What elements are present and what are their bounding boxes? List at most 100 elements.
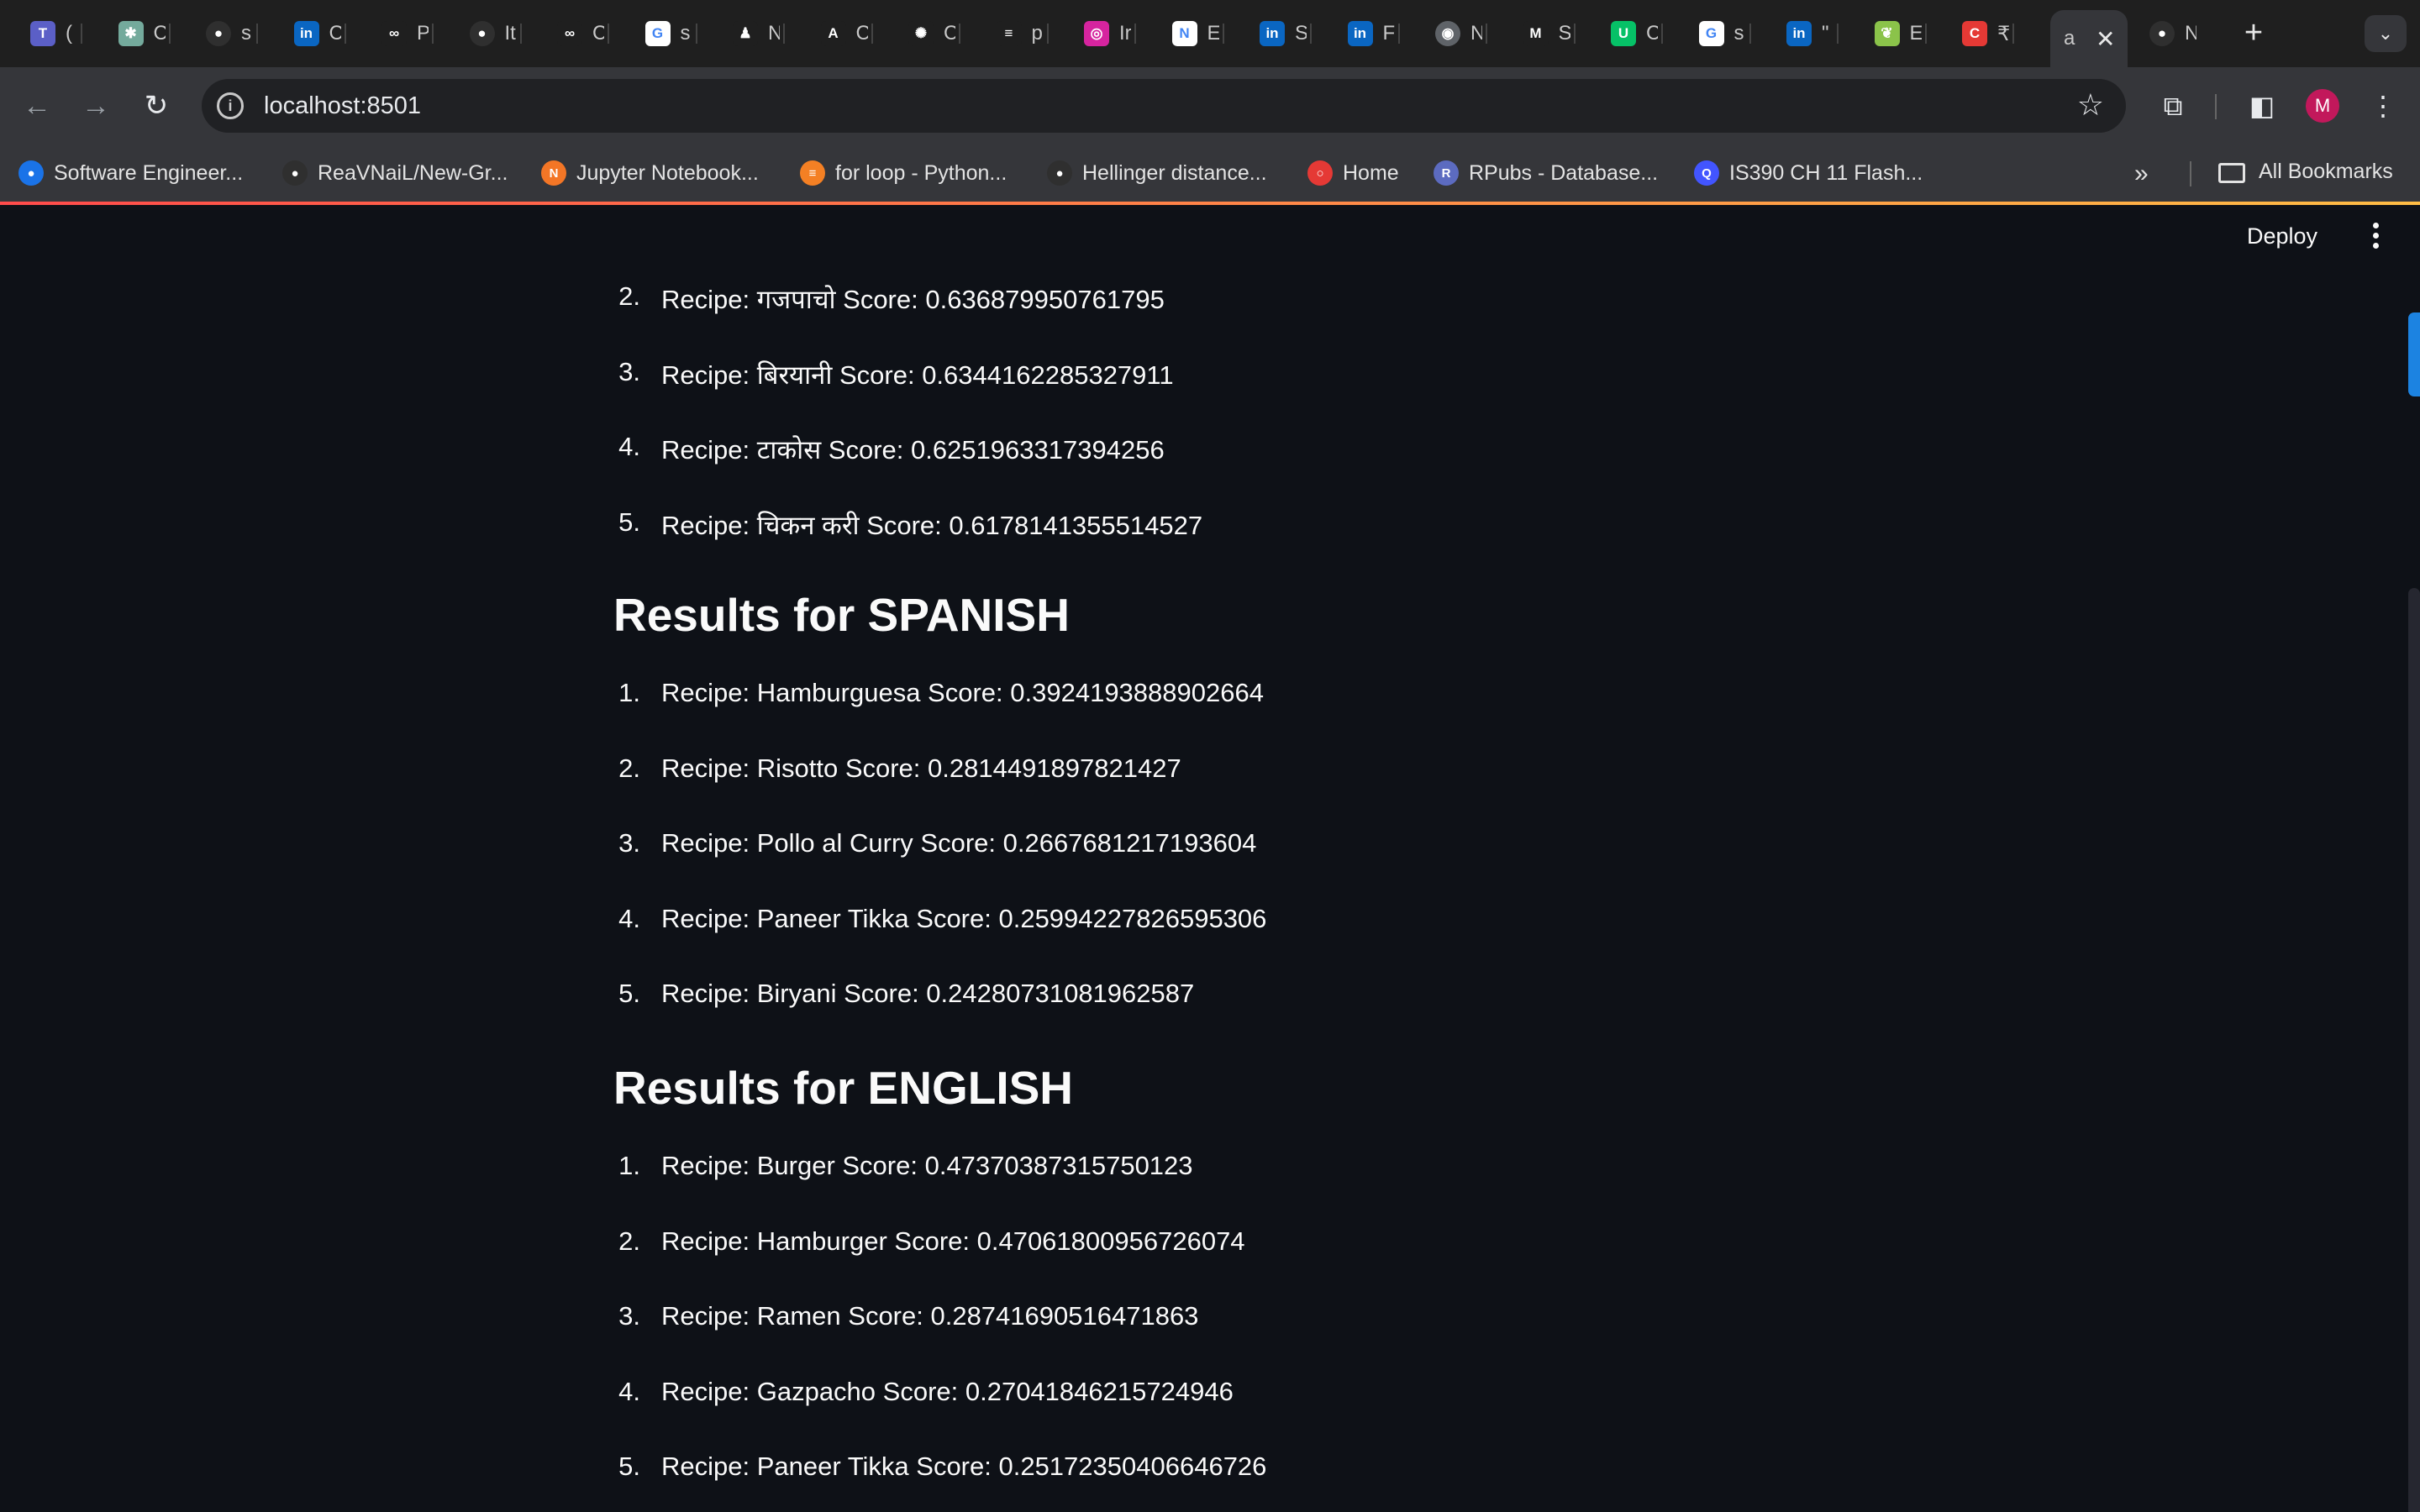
recipe-score-text: Recipe: गजपाचो Score: 0.636879950761795 [661, 285, 1165, 314]
bookmark-label: RPubs - Database... [1469, 160, 1659, 185]
tab[interactable]: Gs [644, 13, 697, 54]
bookmark-label: Jupyter Notebook... [576, 160, 759, 185]
github-icon: ● [206, 21, 231, 46]
bookmark-item[interactable]: N Jupyter Notebook... [541, 156, 759, 190]
app-main: Deploy 2. Recipe: गजपाचो Score: 0.6368799… [0, 205, 2420, 1512]
recipe-score-text: Recipe: चिकन करी Score: 0.61781413555145… [661, 510, 1203, 540]
tab[interactable]: ∞ C [557, 13, 609, 54]
bookmark-item[interactable]: Q IS390 CH 11 Flash... [1694, 156, 1923, 190]
tab-divider [81, 24, 82, 44]
more-bookmarks-icon[interactable]: » [2134, 160, 2149, 188]
address-bar[interactable]: i localhost:8501 ☆ [202, 79, 2126, 133]
tab[interactable]: in C [293, 13, 346, 54]
profile-avatar[interactable]: M [2306, 89, 2339, 123]
tab[interactable]: C ₹ [1962, 13, 2014, 54]
tab-github[interactable]: ● N [2149, 13, 2196, 54]
list-item-number: 4. [618, 903, 640, 933]
tab-divider [1397, 24, 1400, 44]
tab-divider [432, 24, 434, 44]
site-info-icon[interactable]: i [217, 92, 244, 119]
scrollbar-thumb[interactable] [2408, 588, 2420, 1512]
url-text[interactable]: localhost:8501 [264, 92, 421, 120]
infinity-icon: ∞ [557, 21, 582, 46]
tab[interactable]: ✱ C [118, 13, 171, 54]
tab[interactable]: ● s [206, 13, 258, 54]
recipe-score-text: Recipe: Risotto Score: 0.281449189782142… [661, 753, 1181, 783]
linkedin-icon: in [293, 21, 319, 46]
tab[interactable]: AC [820, 13, 873, 54]
side-panel-icon[interactable]: ◧ [2242, 86, 2282, 126]
app-menu-icon[interactable] [2370, 220, 2381, 254]
tab[interactable]: ♟ N [733, 13, 785, 54]
list-item-number: 1. [618, 678, 640, 707]
tab[interactable]: ≡ p [996, 13, 1049, 54]
bookmark-label: ReaVNaiL/New-Gr... [318, 160, 508, 185]
tab-divider [1749, 24, 1751, 44]
google-icon: G [644, 21, 671, 46]
recipe-score-text: Recipe: बिरयानी Score: 0.634416228532791… [661, 360, 1174, 390]
tab-divider [1134, 24, 1136, 44]
bookmark-label: Software Engineer... [54, 160, 244, 185]
tab-title: a [2064, 27, 2075, 50]
tab[interactable]: T( [30, 13, 82, 54]
bookmark-item[interactable]: ≡ for loop - Python... [800, 156, 1007, 190]
tab[interactable]: Gs [1698, 13, 1751, 54]
extensions-icon[interactable]: ⧉ [2153, 86, 2193, 126]
deploy-button[interactable]: Deploy [2247, 223, 2317, 249]
tab-title: s [680, 22, 691, 45]
recipe-score-text: Recipe: Hamburguesa Score: 0.39241938889… [661, 678, 1264, 707]
google-icon: G [1698, 21, 1724, 46]
tab-active[interactable]: a ✕ [2050, 10, 2128, 67]
recipe-score-text: Recipe: Pollo al Curry Score: 0.26676812… [661, 828, 1257, 858]
forward-button[interactable]: → [76, 86, 116, 126]
tab-search-button[interactable]: ⌄ [2365, 15, 2407, 52]
chatgpt-icon: ✱ [118, 21, 144, 46]
bookmark-item[interactable]: R RPubs - Database... [1434, 156, 1658, 190]
menu-icon[interactable]: ⋮ [2363, 86, 2403, 126]
new-tab-button[interactable]: + [2235, 17, 2272, 50]
list-item-number: 5. [618, 979, 640, 1009]
tab[interactable]: ● It [469, 13, 522, 54]
rpubs-icon: R [1434, 160, 1459, 186]
tab[interactable]: in F [1347, 13, 1400, 54]
close-tab-icon[interactable]: ✕ [2096, 25, 2115, 53]
tab[interactable]: UC [1611, 13, 1663, 54]
recipe-score-text: Recipe: टाकोस Score: 0.6251963317394256 [661, 435, 1165, 465]
linkedin-icon: in [1786, 21, 1812, 46]
tab[interactable]: ❦ E [1874, 13, 1927, 54]
linkedin-icon: in [1260, 21, 1285, 46]
tab[interactable]: ◎ Ir [1084, 13, 1136, 54]
tab-title: C [329, 22, 341, 45]
bookmark-item[interactable]: ● Hellinger distance... [1047, 156, 1267, 190]
tab[interactable]: ∞ P [381, 13, 434, 54]
all-bookmarks-button[interactable]: All Bookmarks [2259, 160, 2393, 184]
back-button[interactable]: ← [17, 86, 57, 126]
tab[interactable]: NE [1171, 13, 1224, 54]
bookmark-star-icon[interactable]: ☆ [2077, 87, 2104, 123]
reload-button[interactable]: ↻ [136, 86, 176, 126]
bookmark-item[interactable]: ● Software Engineer... [18, 156, 243, 190]
tab-divider [1573, 24, 1576, 44]
infinity-icon: ∞ [381, 21, 407, 46]
list-item-number: 1. [618, 1151, 640, 1180]
bookmark-item[interactable]: ● ReaVNaiL/New-Gr... [282, 156, 508, 190]
tab-title: C [944, 22, 955, 45]
tab-divider [1486, 24, 1487, 44]
tab-title: C [592, 22, 604, 45]
stackoverflow-icon: ≡ [996, 21, 1022, 46]
tab-title: N [768, 22, 780, 45]
bookmark-item[interactable]: ○ Home [1307, 156, 1399, 190]
tab[interactable]: in " [1786, 13, 1839, 54]
tab-title: S [1558, 22, 1570, 45]
tab-title: " [1822, 22, 1829, 45]
tab-divider [1046, 24, 1049, 44]
browser-toolbar: ← → ↻ i localhost:8501 ☆ ⧉ ◧ ⋮ [0, 67, 2420, 144]
tab[interactable]: MS [1523, 13, 1576, 54]
folder-icon [2218, 163, 2245, 183]
tab[interactable]: ✺ C [908, 13, 960, 54]
list-item-number: 2. [618, 753, 640, 783]
list-item-number: 3. [618, 1301, 640, 1331]
tab[interactable]: ◉ N [1435, 13, 1487, 54]
tab-title: ( [66, 22, 72, 45]
tab[interactable]: in S [1260, 13, 1312, 54]
